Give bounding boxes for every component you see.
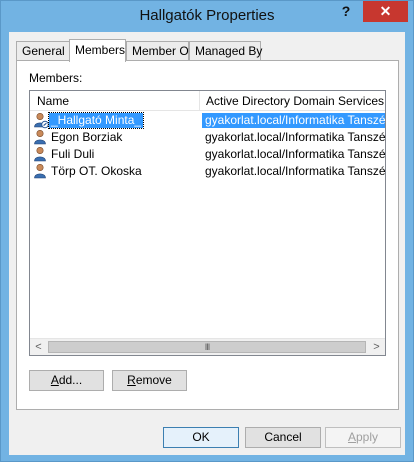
apply-button-label: pply xyxy=(356,430,379,444)
remove-button-label: emove xyxy=(135,373,172,387)
tab-members[interactable]: Members xyxy=(69,39,126,62)
scroll-left-arrow-icon[interactable]: < xyxy=(30,339,47,355)
tab-general[interactable]: General xyxy=(16,41,70,61)
column-header-folder[interactable]: Active Directory Domain Services Fo xyxy=(200,91,385,111)
add-button[interactable]: Add... xyxy=(29,370,104,391)
cancel-button[interactable]: Cancel xyxy=(245,427,321,448)
member-folder: gyakorlat.local/Informatika Tanszék xyxy=(205,164,385,178)
add-button-label: dd... xyxy=(58,373,83,387)
apply-button-accel: A xyxy=(347,430,356,444)
remove-button[interactable]: Remove xyxy=(112,370,187,391)
horizontal-scrollbar[interactable]: < III > xyxy=(30,338,385,355)
list-item[interactable]: Fuli Duli gyakorlat.local/Informatika Tan… xyxy=(30,146,385,163)
dialog-client-area: General Members Member Of Managed By Mem… xyxy=(9,32,405,455)
scrollbar-thumb[interactable]: III xyxy=(48,341,366,353)
disabled-user-icon xyxy=(33,112,49,129)
close-button[interactable]: ✕ xyxy=(363,1,408,22)
tab-member-of[interactable]: Member Of xyxy=(126,41,192,61)
user-icon xyxy=(33,129,49,146)
member-name: Fuli Duli xyxy=(51,147,95,161)
user-icon xyxy=(33,146,49,163)
add-button-accel: A xyxy=(50,373,59,387)
list-item[interactable]: _Hallgató Minta_ gyakorlat.local/Informat… xyxy=(30,112,385,129)
member-folder: gyakorlat.local/Informatika Tanszék xyxy=(205,147,385,161)
scroll-right-arrow-icon[interactable]: > xyxy=(368,339,385,355)
members-label: Members: xyxy=(29,71,83,85)
members-list[interactable]: Name Active Directory Domain Services Fo… xyxy=(29,90,386,356)
properties-dialog: Hallgatók Properties ? ✕ General Members… xyxy=(0,0,414,462)
title-bar[interactable]: Hallgatók Properties ? ✕ xyxy=(1,1,413,32)
member-name: Törp OT. Okoska xyxy=(51,164,142,178)
member-folder: gyakorlat.local/Informatika Tanszék xyxy=(205,130,385,144)
ok-button[interactable]: OK xyxy=(163,427,239,448)
member-name: Egon Borziak xyxy=(51,130,123,144)
members-tab-panel: Members: Name Active Directory Domain Se… xyxy=(16,60,399,410)
apply-button[interactable]: Apply xyxy=(325,427,401,448)
list-item[interactable]: Törp OT. Okoska gyakorlat.local/Informati… xyxy=(30,163,385,180)
list-header: Name Active Directory Domain Services Fo xyxy=(30,91,385,111)
member-folder: gyakorlat.local/Informatika Tanszék xyxy=(202,113,385,128)
tab-managed-by[interactable]: Managed By xyxy=(189,41,262,61)
list-item[interactable]: Egon Borziak gyakorlat.local/Informatika … xyxy=(30,129,385,146)
remove-button-accel: R xyxy=(127,373,136,387)
member-name: _Hallgató Minta_ xyxy=(47,112,145,129)
help-button[interactable]: ? xyxy=(331,1,361,22)
column-header-name[interactable]: Name xyxy=(30,91,200,111)
user-icon xyxy=(33,163,49,180)
